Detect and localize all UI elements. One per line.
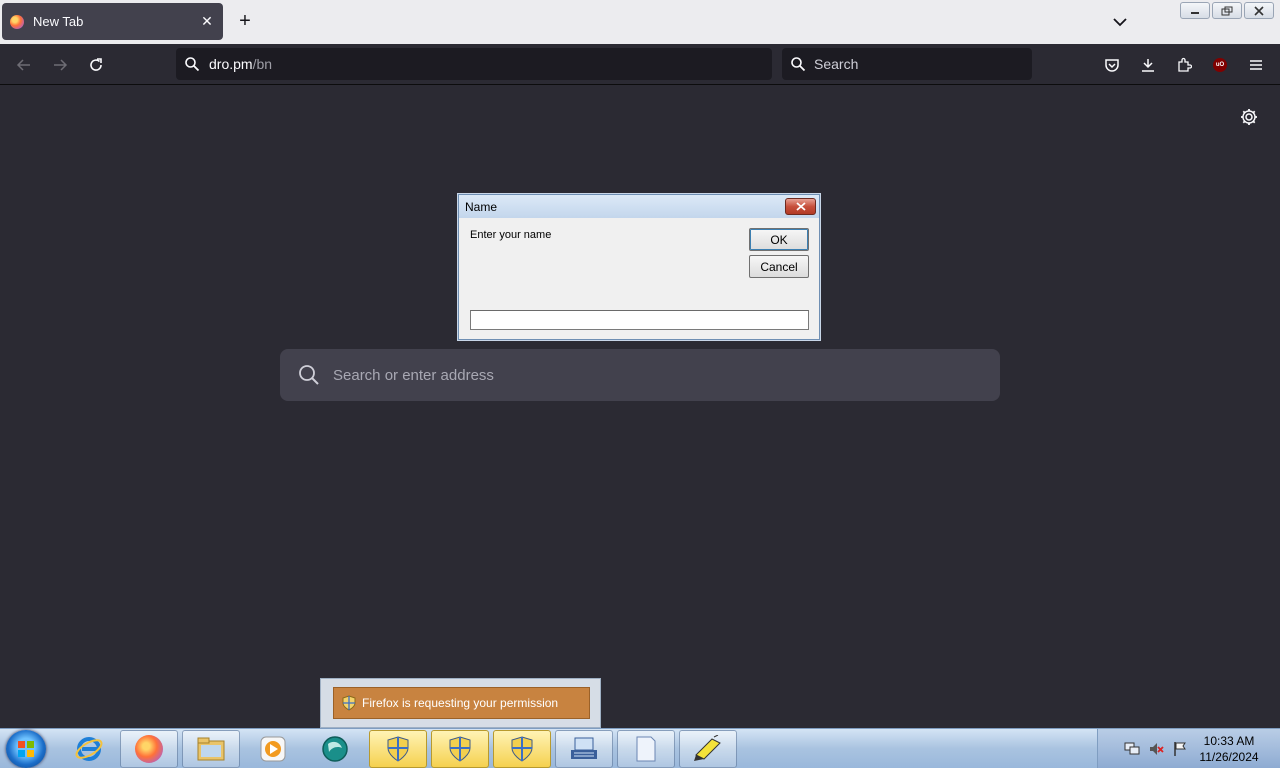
taskbar-blank-document[interactable] [617, 730, 675, 768]
forward-arrow-icon[interactable] [48, 53, 72, 77]
title-bar: New Tab ✕ + [0, 0, 1280, 44]
search-bar[interactable]: Search [782, 48, 1032, 80]
name-prompt-dialog: Name Enter your name OK Cancel [458, 194, 820, 340]
new-tab-button[interactable]: + [234, 10, 256, 32]
chevron-down-icon[interactable] [1110, 12, 1130, 32]
clock-time: 10:33 AM [1203, 734, 1255, 748]
taskbar-uac-prompt-1[interactable] [369, 730, 427, 768]
extensions-icon[interactable] [1172, 53, 1196, 77]
permission-notification-text: Firefox is requesting your permission [362, 696, 559, 710]
menu-icon[interactable] [1244, 53, 1268, 77]
taskbar-keyboard-app[interactable] [555, 730, 613, 768]
gear-icon[interactable] [1238, 106, 1260, 128]
uac-shield-icon [511, 736, 533, 762]
back-arrow-icon[interactable] [12, 53, 36, 77]
taskbar-pencil-app[interactable] [679, 730, 737, 768]
ublock-badge: uO [1213, 58, 1227, 72]
uac-shield-icon [387, 736, 409, 762]
folder-icon [197, 737, 225, 761]
url-bar[interactable]: dro.pm/bn [176, 48, 772, 80]
url-text: dro.pm/bn [209, 56, 272, 72]
download-icon[interactable] [1136, 53, 1160, 77]
globe-app-icon [322, 736, 348, 762]
dialog-message: Enter your name [470, 229, 552, 241]
taskbar-globe-app[interactable] [306, 730, 364, 768]
system-clock[interactable]: 10:33 AM 11/26/2024 [1196, 733, 1262, 765]
taskbar: 10:33 AM 11/26/2024 [0, 728, 1280, 768]
start-button[interactable] [6, 730, 46, 768]
tab-close-button[interactable]: ✕ [199, 13, 215, 30]
search-icon [185, 57, 200, 72]
name-input[interactable] [470, 310, 809, 330]
taskbar-uac-prompt-2[interactable] [431, 730, 489, 768]
document-icon [636, 736, 656, 762]
pencil-icon [694, 735, 721, 761]
tab-new-tab[interactable]: New Tab ✕ [2, 3, 223, 40]
content-search-placeholder: Search or enter address [333, 366, 494, 384]
dialog-close-button[interactable] [785, 198, 816, 215]
window-controls [1180, 2, 1274, 19]
firefox-icon [135, 735, 163, 763]
windows-logo-icon [18, 741, 34, 757]
keyboard-icon [571, 737, 597, 759]
permission-notification[interactable]: Firefox is requesting your permission [333, 687, 590, 719]
network-icon[interactable] [1124, 741, 1140, 757]
internet-explorer-icon [75, 737, 103, 761]
content-search-box[interactable]: Search or enter address [280, 349, 1000, 401]
taskbar-firefox[interactable] [120, 730, 178, 768]
ok-button[interactable]: OK [749, 228, 809, 251]
taskbar-file-explorer[interactable] [182, 730, 240, 768]
url-path: /bn [252, 56, 273, 72]
firefox-icon [10, 14, 24, 29]
permission-notification-popup: Firefox is requesting your permission [320, 678, 601, 728]
taskbar-uac-prompt-3[interactable] [493, 730, 551, 768]
restore-button[interactable] [1212, 2, 1242, 19]
uac-shield-icon [449, 736, 471, 762]
clock-date: 11/26/2024 [1199, 750, 1259, 764]
dialog-title-bar[interactable]: Name [459, 195, 819, 218]
taskbar-internet-explorer[interactable] [60, 730, 118, 768]
speaker-muted-icon[interactable] [1148, 741, 1164, 757]
reload-icon[interactable] [84, 53, 108, 77]
pocket-icon[interactable] [1100, 53, 1124, 77]
close-window-button[interactable] [1244, 2, 1274, 19]
close-icon [795, 202, 806, 211]
search-bar-placeholder: Search [814, 56, 859, 72]
ublock-icon[interactable]: uO [1208, 53, 1232, 77]
taskbar-media-player[interactable] [244, 730, 302, 768]
action-center-flag-icon[interactable] [1172, 741, 1188, 757]
search-icon [791, 57, 806, 72]
media-player-icon [260, 736, 286, 762]
uac-shield-icon [342, 695, 356, 711]
dialog-title: Name [465, 199, 498, 214]
cancel-button[interactable]: Cancel [749, 255, 809, 278]
tab-title: New Tab [33, 14, 84, 29]
url-host: dro.pm [209, 56, 253, 72]
search-icon [299, 365, 319, 385]
navigation-toolbar: dro.pm/bn Search uO [0, 44, 1280, 85]
minimize-button[interactable] [1180, 2, 1210, 19]
